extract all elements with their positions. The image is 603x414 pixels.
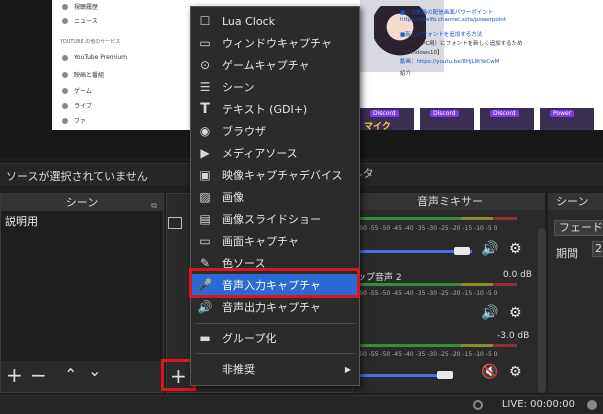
menu-item-scene[interactable]: ☰ シーン (191, 76, 359, 98)
rec-icon (587, 400, 597, 410)
menu-item-video-capture[interactable]: ▣ 映像キャプチャデバイス (191, 164, 359, 186)
plus-icon: + (170, 364, 187, 388)
folder-icon: ▬ (199, 331, 211, 345)
add-scene-icon[interactable]: + (6, 365, 23, 385)
yt-item: ゲーム (62, 86, 92, 95)
menu-item-browser[interactable]: ◉ ブラウザ (191, 120, 359, 142)
mixer-scrollbar[interactable] (538, 228, 546, 393)
move-down-icon[interactable]: ⌄ (88, 361, 101, 381)
gear-icon[interactable]: ⚙ (509, 241, 522, 257)
add-source-menu: ☐ Lua Clock ▭ ウィンドウキャプチャ ⊙ ゲームキャプチャ ☰ シーン Tテ… (190, 6, 360, 386)
menu-separator (195, 323, 355, 324)
yt-item: YouTube Premium (62, 54, 127, 61)
level-meter (357, 217, 517, 220)
audio-mixer-dock: 音声ミキサー -60 -55 -50 -45 -40 -35 -30 -25 -… (355, 193, 545, 393)
muted-speaker-icon[interactable]: 🔇 (481, 364, 498, 380)
volume-knob[interactable] (437, 371, 453, 379)
yt-desc-line: 動画：https://youtu.be/8HjL8tYeCwM (400, 59, 500, 65)
menu-item-media-source[interactable]: ▶ メディアソース (191, 142, 359, 164)
text-icon: T (200, 101, 210, 117)
gear-icon[interactable]: ⚙ (509, 305, 522, 321)
yt-sidebar: 視聴履歴 ニュース YOUTUBE の他のサービス YouTube Premiu… (52, 0, 150, 130)
gear-icon[interactable]: ⚙ (509, 364, 522, 380)
speaker-icon: 🔊 (197, 300, 213, 314)
menu-item-audio-output-capture[interactable]: 🔊 音声出力キャプチャ (191, 296, 359, 318)
scene-list: 説明用 (1, 211, 163, 361)
mixer-title: 音声ミキサー (355, 193, 545, 210)
source-checkbox-icon[interactable] (168, 217, 182, 229)
menu-item-lua-clock[interactable]: ☐ Lua Clock (191, 10, 359, 32)
submenu-arrow-icon: ▶ (344, 364, 351, 374)
meter-scale: -60 -55 -50 -45 -40 -35 -30 -25 -20 -15 … (357, 290, 498, 297)
list-icon: ☰ (199, 80, 211, 94)
yt-video-thumb: Discord (480, 108, 534, 130)
scene-item[interactable]: 説明用 (1, 211, 163, 231)
channel-db: -3.0 dB (497, 331, 530, 341)
level-meter (357, 344, 517, 347)
remove-scene-icon[interactable]: − (30, 365, 47, 385)
menu-item-image[interactable]: ▨ 画像 (191, 186, 359, 208)
speaker-icon[interactable]: 🔊 (481, 305, 498, 321)
globe-icon: ◉ (199, 124, 211, 138)
yt-section: YOUTUBE の他のサービス (60, 39, 121, 45)
gamepad-icon: ⊙ (199, 58, 211, 72)
window-icon: ▭ (199, 36, 211, 50)
move-up-icon[interactable]: ⌃ (64, 365, 77, 385)
meter-scale: -60 -55 -50 -45 -40 -35 -30 -25 -20 -15 … (357, 225, 498, 232)
live-icon (473, 400, 483, 410)
transitions-dock: シーン フェード 期間 25 (548, 193, 603, 393)
live-timer: LIVE: 00:00:00 (501, 399, 575, 410)
menu-item-display-capture[interactable]: ▭ 画面キャプチャ (191, 230, 359, 252)
menu-item-game-capture[interactable]: ⊙ ゲームキャプチャ (191, 54, 359, 76)
volume-slider[interactable] (357, 374, 447, 377)
channel-db: 0.0 dB (503, 270, 533, 280)
yt-video-thumb: Power (540, 108, 594, 130)
menu-item-image-slideshow[interactable]: ▤ 画像スライドショー (191, 208, 359, 230)
meter-scale: -60 -55 -50 -45 -40 -35 -30 -25 -20 -15 … (357, 351, 498, 358)
yt-desc-line: https://shelfo.channel.sofa/powerpoint (400, 17, 506, 23)
image-icon: ▨ (199, 190, 211, 204)
camera-icon: ▣ (199, 168, 211, 182)
transitions-title: シーン (548, 193, 603, 210)
channel-name: ップ音声 2 (357, 273, 402, 283)
yt-item: ライブ (62, 101, 92, 110)
slideshow-icon: ▤ (199, 212, 211, 226)
duration-label: 期間 (556, 247, 578, 260)
level-meter (357, 283, 517, 286)
yt-item: 視聴履歴 (62, 2, 98, 11)
yt-desc-line: ■この動画の配信画面パワーポイント (400, 10, 494, 16)
transition-select[interactable]: フェード (554, 220, 603, 236)
play-icon: ▶ (200, 146, 210, 160)
yt-item: ニュース (62, 16, 98, 25)
menu-item-deprecated[interactable]: 非推奨 ▶ (191, 358, 359, 380)
clock-source-icon: ☐ (199, 14, 211, 28)
yt-video-thumb: Discord マイク (360, 108, 414, 130)
monitor-icon: ▭ (199, 234, 211, 248)
yt-desc-line: ブログ（PC用）にフォントを新しく追加するため (400, 41, 523, 47)
yt-item: ファ (62, 116, 86, 125)
scenes-title: シーン ⧉ (1, 194, 163, 211)
menu-item-window-capture[interactable]: ▭ ウィンドウキャプチャ (191, 32, 359, 54)
speaker-icon[interactable]: 🔊 (481, 241, 498, 257)
menu-separator (195, 353, 355, 354)
annotation-highlight (189, 268, 360, 298)
yt-desc-line: 紹介 (400, 71, 412, 77)
yt-item: 映画と番組 (62, 70, 104, 79)
menu-item-group[interactable]: ▬ グループ化 (191, 327, 359, 349)
yt-desc-line: ■新しいフォントを追加する方法 (400, 32, 483, 38)
yt-desc-line: 【Windows10】 (400, 50, 443, 56)
scenes-dock: シーン ⧉ 説明用 (0, 193, 164, 393)
volume-knob[interactable] (454, 247, 470, 255)
menu-item-text[interactable]: T テキスト (GDI+) (191, 98, 359, 120)
duration-input[interactable]: 25 (592, 241, 603, 257)
no-source-message: ソースが選択されていません (6, 170, 148, 183)
yt-video-thumb: Discord (420, 108, 474, 130)
status-bar: LIVE: 00:00:00 (0, 395, 603, 414)
